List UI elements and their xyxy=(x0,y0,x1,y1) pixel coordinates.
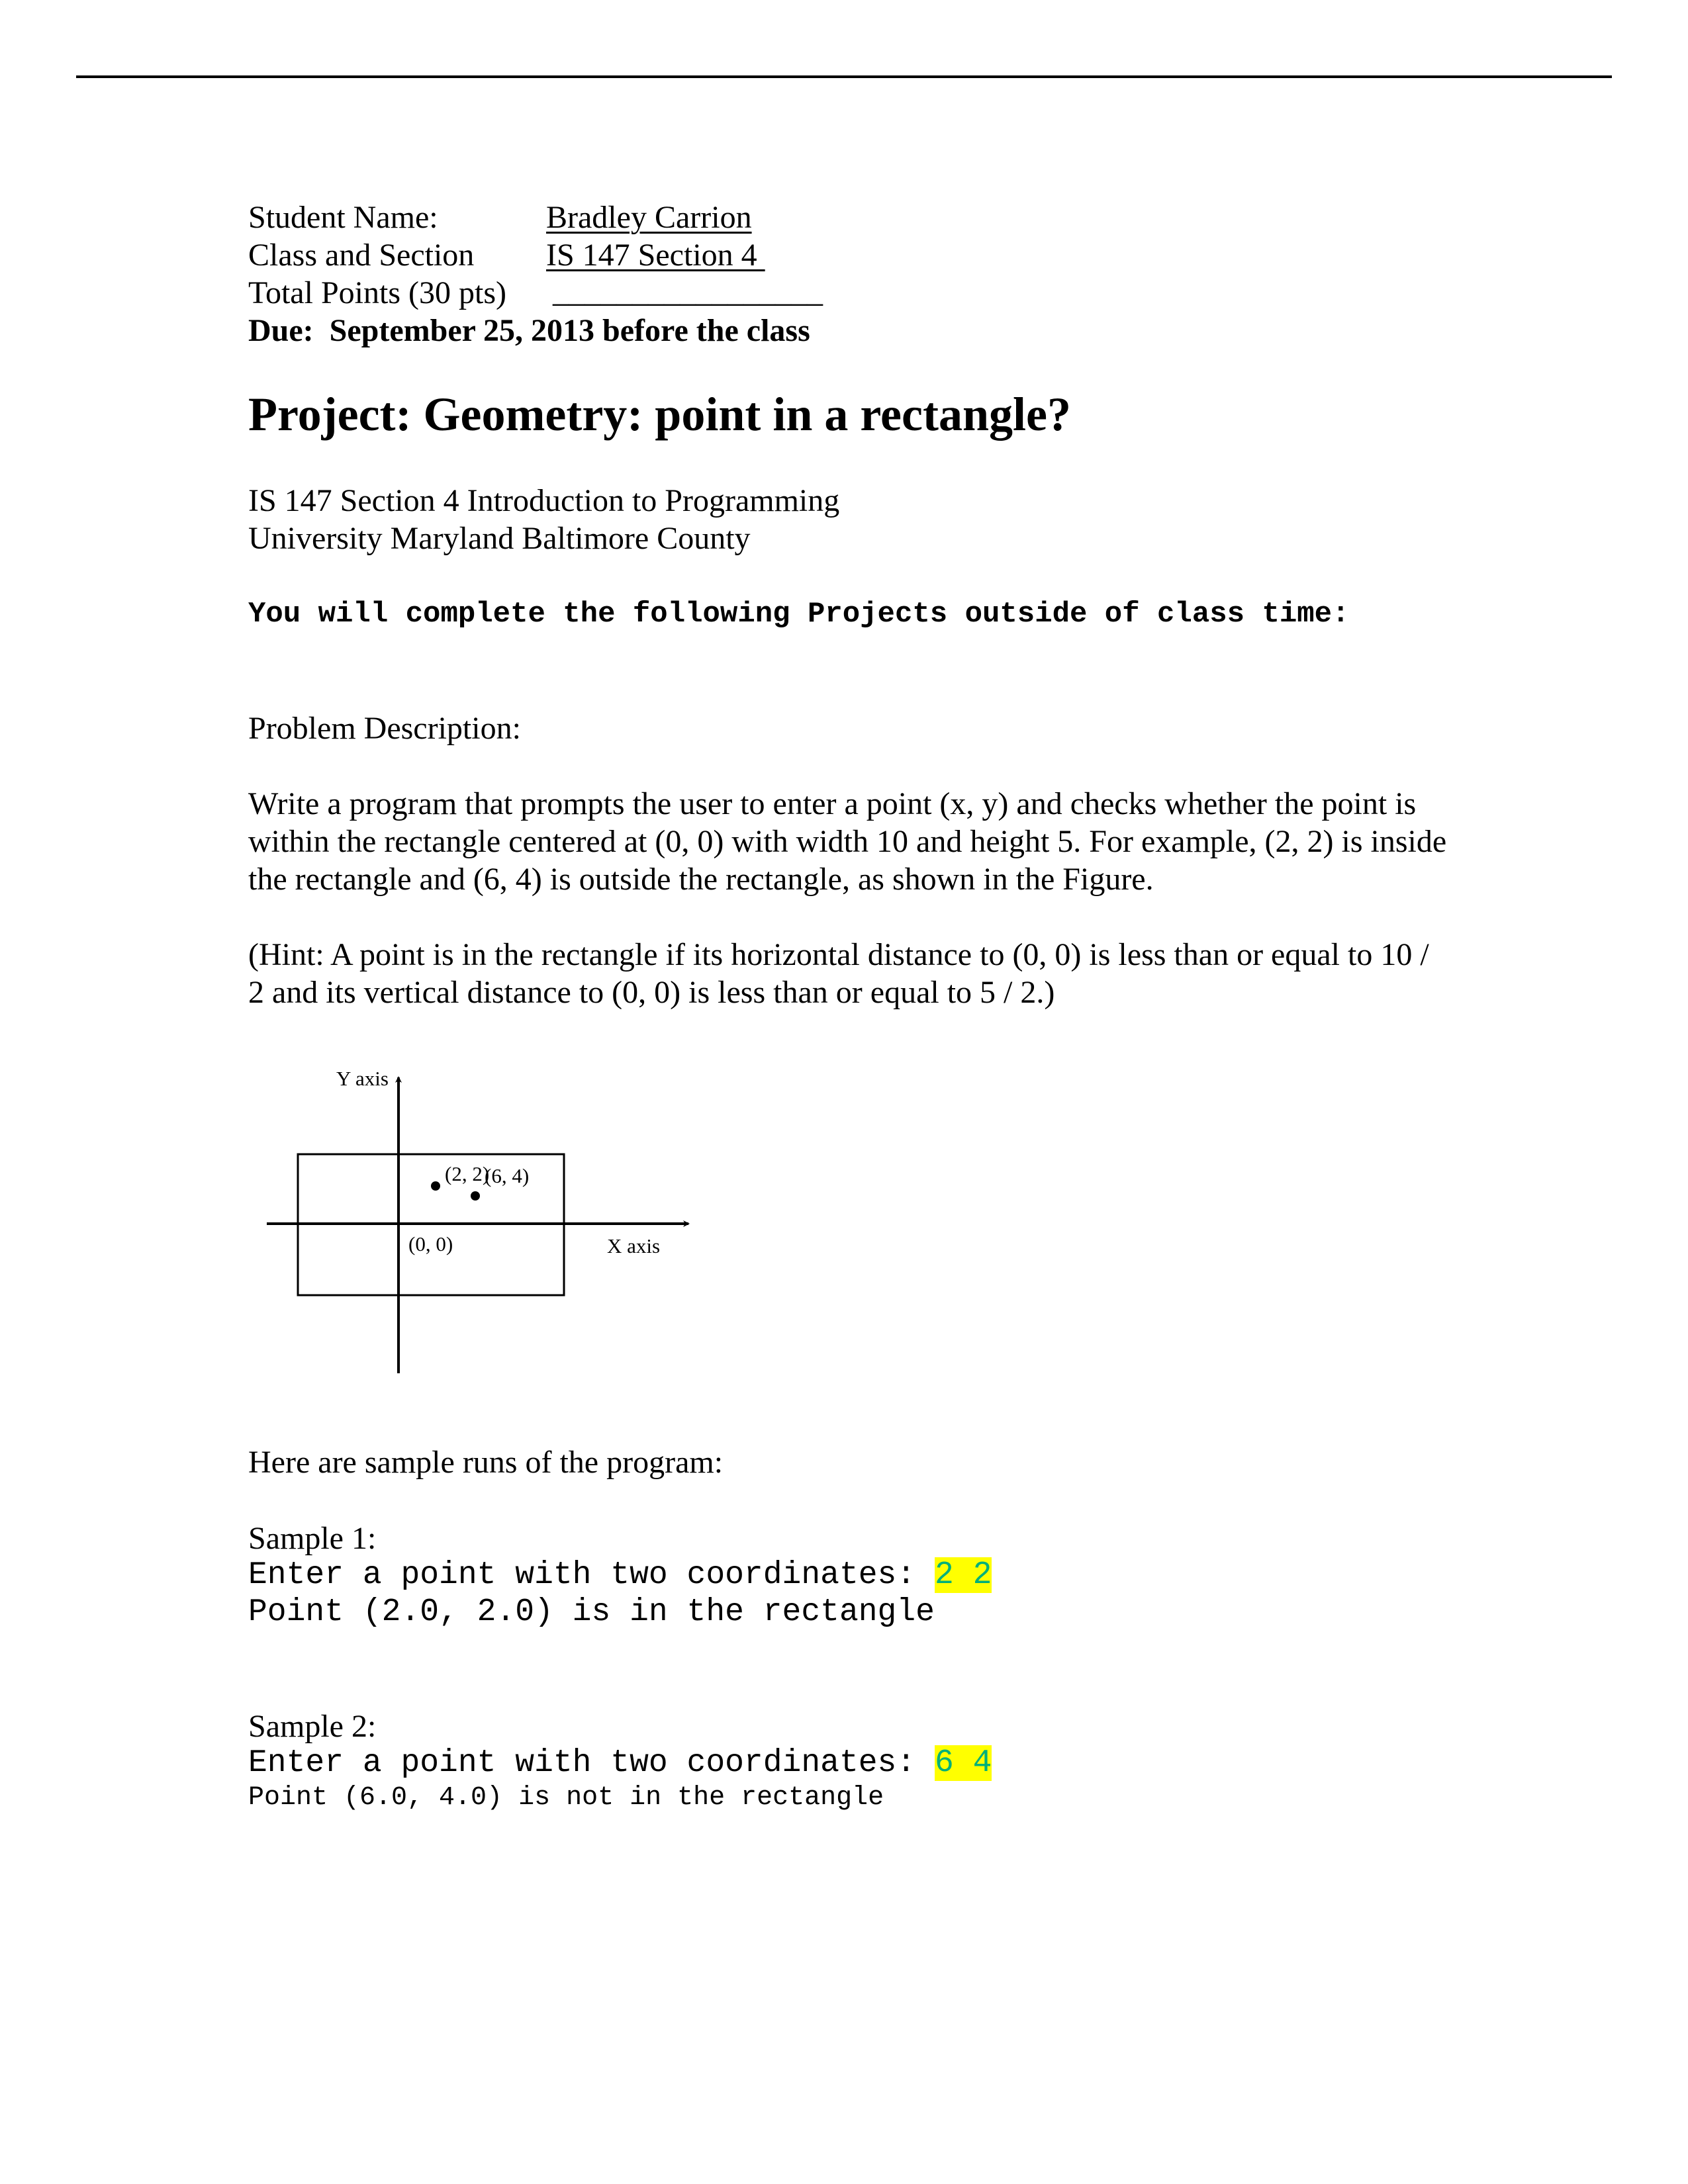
due-date: Due: September 25, 2013 before the class xyxy=(248,313,810,348)
sample-2-prompt: Enter a point with two coordinates: xyxy=(248,1745,935,1781)
point-label-2: (6, 4) xyxy=(485,1164,529,1187)
instructions: You will complete the following Projects… xyxy=(248,598,1350,631)
page-title: Project: Geometry: point in a rectangle? xyxy=(248,388,1071,441)
problem-heading: Problem Description: xyxy=(248,711,521,746)
origin-label: (0, 0) xyxy=(408,1232,453,1255)
class-section-label: Class and Section xyxy=(248,238,475,273)
total-points-blank: _________________ xyxy=(553,274,823,309)
course-line-2: University Maryland Baltimore County xyxy=(248,521,751,556)
sample-2-output: Point (6.0, 4.0) is not in the rectangle xyxy=(248,1783,884,1813)
hint-text: (Hint: A point is in the rectangle if it… xyxy=(248,937,1429,1010)
point-marker-1 xyxy=(431,1181,440,1191)
problem-text: Write a program that prompts the user to… xyxy=(248,786,1447,897)
rectangle-figure: (2, 2)(6, 4) Y axis X axis (0, 0) xyxy=(267,1067,690,1373)
sample-2-label: Sample 2: xyxy=(248,1709,377,1744)
header-rule xyxy=(76,75,1612,78)
student-name-value: Bradley Carrion xyxy=(546,200,752,235)
sample-1-prompt: Enter a point with two coordinates: xyxy=(248,1557,935,1593)
class-section-value: IS 147 Section 4 xyxy=(546,238,765,273)
sample-1-input: 2 2 xyxy=(934,1557,992,1593)
x-axis-label: X axis xyxy=(607,1234,660,1257)
total-points-label: Total Points (30 pts) xyxy=(248,275,506,310)
sample-2-prompt-line: Enter a point with two coordinates: 6 4 xyxy=(248,1745,992,1782)
sample-1-prompt-line: Enter a point with two coordinates: 2 2 xyxy=(248,1557,992,1594)
y-axis-label: Y axis xyxy=(336,1067,389,1090)
sample-1-label: Sample 1: xyxy=(248,1521,377,1556)
sample-1-output: Point (2.0, 2.0) is in the rectangle xyxy=(248,1594,935,1630)
point-marker-2 xyxy=(471,1191,480,1201)
sample-2-input: 6 4 xyxy=(934,1745,992,1781)
point-label-1: (2, 2) xyxy=(445,1162,489,1185)
course-line-1: IS 147 Section 4 Introduction to Program… xyxy=(248,483,840,518)
samples-intro: Here are sample runs of the program: xyxy=(248,1445,724,1480)
student-name-label: Student Name: xyxy=(248,200,438,235)
